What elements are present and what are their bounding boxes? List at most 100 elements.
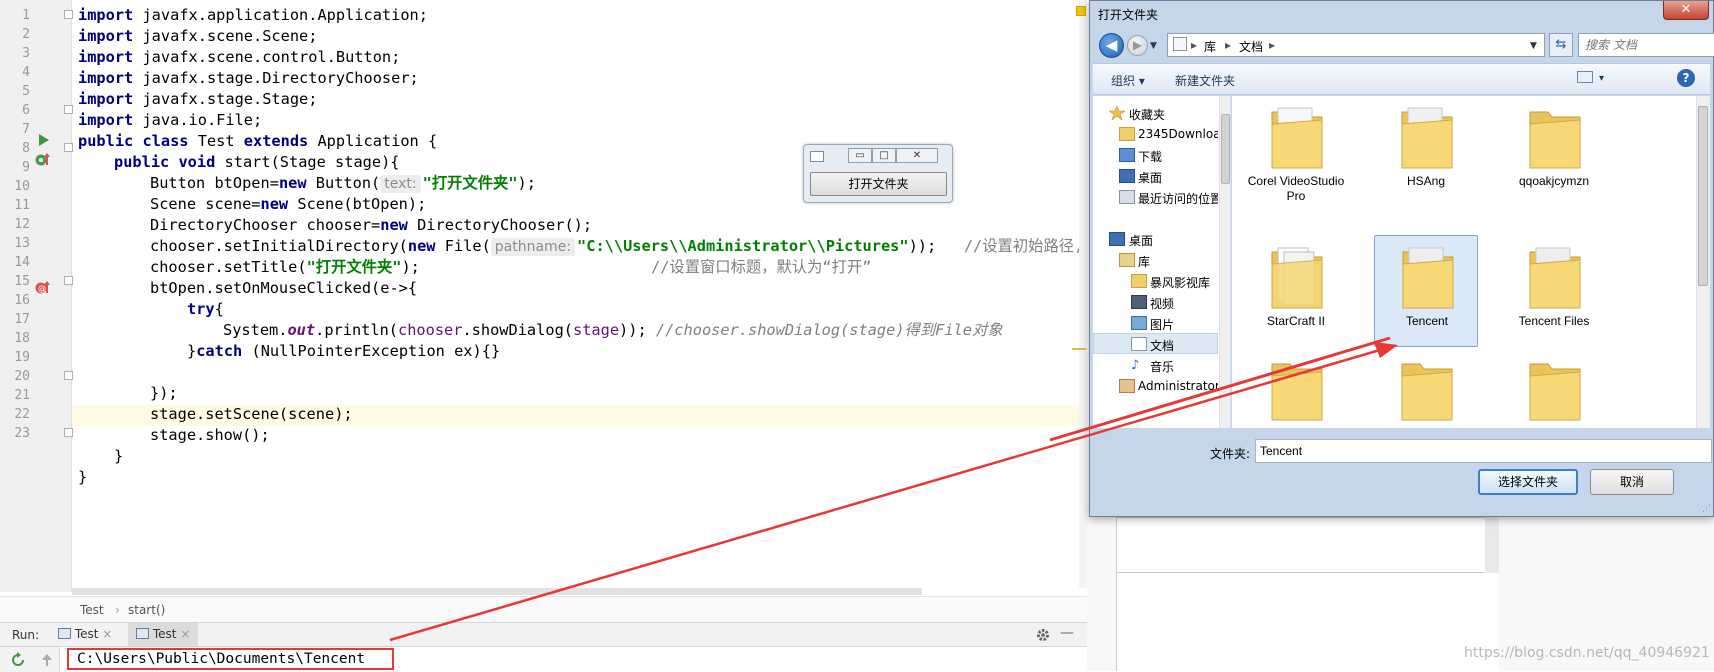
close-button[interactable]: ✕: [896, 148, 938, 163]
folder-view-scroll-thumb[interactable]: [1698, 106, 1708, 286]
folder-icon: [1119, 127, 1135, 141]
desktop-icon: [1119, 169, 1135, 183]
view-icon[interactable]: [1577, 71, 1593, 83]
breadcrumb-separator: ›: [115, 603, 120, 617]
download-icon: [1119, 148, 1135, 162]
select-folder-button[interactable]: 选择文件夹: [1478, 469, 1578, 495]
folder-item[interactable]: qqoakjcymzn: [1502, 96, 1606, 208]
folder-item[interactable]: Corel VideoStudio Pro: [1244, 96, 1348, 208]
dialog-close-button[interactable]: ✕: [1663, 1, 1709, 20]
line-number: 13: [14, 236, 30, 251]
address-bar[interactable]: ▸ 库 ▸ 文档 ▸ ▼: [1167, 33, 1545, 57]
run-toolbar: Run: Test × Test × —: [0, 622, 1087, 646]
refresh-button[interactable]: ⇆: [1549, 33, 1573, 57]
view-dropdown[interactable]: ▾: [1599, 73, 1604, 84]
folder-chooser-dialog: 打开文件夹 ✕ ◀ ▶ ▼ ▸ 库 ▸ 文档 ▸ ▼ ⇆ ⚲ 组织 ▾ 新建文件…: [1089, 0, 1714, 517]
code-line: chooser.setTitle("打开文件夹");: [150, 258, 420, 276]
warning-marker[interactable]: [1076, 6, 1086, 16]
console-panel: C:\Users\Public\Documents\Tencent: [0, 646, 1087, 672]
folder-item[interactable]: Tencent Files: [1502, 236, 1606, 348]
rerun-icon[interactable]: [10, 652, 26, 668]
music-icon: ♪: [1131, 358, 1140, 373]
nav-item-administrator[interactable]: Administrator: [1093, 376, 1218, 397]
lambda-gutter-icon[interactable]: @: [34, 280, 52, 296]
address-dropdown-icon[interactable]: ▼: [1530, 41, 1537, 51]
breadcrumb-method[interactable]: start(): [128, 603, 165, 617]
open-folder-button[interactable]: 打开文件夹: [810, 172, 947, 196]
dialog-title: 打开文件夹: [1098, 8, 1159, 22]
nav-item-favorites[interactable]: 收藏夹: [1093, 103, 1218, 124]
forward-button[interactable]: ▶: [1127, 35, 1148, 56]
nav-item-baofeng[interactable]: 暴风影视库: [1093, 271, 1218, 292]
breadcrumb: Test › start(): [0, 596, 1087, 622]
line-number: 12: [14, 217, 30, 232]
maximize-button[interactable]: □: [872, 148, 896, 163]
override-gutter-icon[interactable]: [34, 152, 52, 168]
code-line: import javafx.scene.control.Button;: [78, 48, 401, 66]
line-number: 20: [14, 369, 30, 384]
nav-item-music[interactable]: ♪ 音乐: [1093, 355, 1218, 376]
code-line: stage.setScene(scene);: [150, 405, 353, 423]
line-number: 4: [22, 65, 30, 80]
arrow-up-icon[interactable]: [40, 652, 54, 668]
nav-item-recent[interactable]: 最近访问的位置: [1093, 187, 1218, 208]
minimize-icon[interactable]: —: [1060, 625, 1074, 641]
minimize-button[interactable]: ▭: [848, 148, 872, 163]
folder-name-input[interactable]: [1255, 439, 1712, 463]
nav-item-pictures[interactable]: 图片: [1093, 313, 1218, 334]
close-icon[interactable]: ×: [180, 627, 190, 641]
nav-item-downloads[interactable]: 下载: [1093, 145, 1218, 166]
code-line: Scene scene=new Scene(btOpen);: [150, 195, 427, 213]
new-folder-button[interactable]: 新建文件夹: [1175, 72, 1235, 89]
run-tab-test-active[interactable]: Test ×: [128, 623, 199, 646]
address-separator: ▸: [1269, 38, 1276, 52]
address-separator: ▸: [1225, 38, 1232, 52]
run-config-icon: [58, 628, 71, 639]
line-number: 2: [22, 27, 30, 42]
code-line: stage.show();: [150, 426, 270, 444]
background-scrollbar[interactable]: [1485, 517, 1499, 573]
search-input[interactable]: [1583, 36, 1714, 54]
resize-grip-icon[interactable]: ⋰: [1702, 504, 1711, 514]
console-actions: [0, 647, 60, 672]
back-button[interactable]: ◀: [1099, 33, 1124, 58]
help-icon[interactable]: ?: [1677, 69, 1695, 87]
organize-menu[interactable]: 组织 ▾: [1111, 72, 1145, 89]
address-crumb-library[interactable]: 库: [1204, 38, 1216, 55]
nav-item-documents[interactable]: 文档: [1093, 333, 1218, 354]
cancel-button[interactable]: 取消: [1590, 469, 1674, 495]
line-number: 23: [14, 426, 30, 441]
history-dropdown-icon[interactable]: ▼: [1150, 41, 1157, 51]
breadcrumb-class[interactable]: Test: [80, 603, 104, 617]
run-gutter-icon[interactable]: [38, 133, 50, 147]
code-editor[interactable]: import javafx.application.Application; i…: [72, 0, 1084, 588]
folder-item-selected[interactable]: Tencent: [1374, 235, 1478, 347]
gear-icon[interactable]: [1036, 628, 1050, 642]
javafx-window: ▭ □ ✕ 打开文件夹: [803, 144, 953, 203]
folder-item[interactable]: StarCraft II: [1244, 236, 1348, 348]
line-number: 16: [14, 293, 30, 308]
document-icon: [1131, 337, 1147, 351]
nav-item-videos[interactable]: 视频: [1093, 292, 1218, 313]
line-number: 8: [22, 141, 30, 156]
code-line: }catch (NullPointerException ex){}: [187, 342, 501, 360]
nav-scroll-thumb[interactable]: [1221, 114, 1230, 184]
ide-editor: 1 2 3 4 5 6 7 8 9 10 11 12 13 14 15 16 1…: [0, 0, 1087, 672]
editor-horizontal-scrollbar[interactable]: [72, 588, 922, 595]
code-comment: //设置窗口标题，默认为“打开”: [651, 258, 872, 276]
nav-item-desktop[interactable]: 桌面: [1093, 166, 1218, 187]
nav-item-2345downloads[interactable]: 2345Downloads: [1093, 124, 1218, 145]
search-box[interactable]: ⚲: [1578, 33, 1714, 57]
address-crumb-documents[interactable]: 文档: [1239, 38, 1263, 55]
nav-item-desktop-root[interactable]: 桌面: [1093, 229, 1218, 250]
close-icon[interactable]: ×: [102, 627, 112, 641]
editor-vertical-scrollbar[interactable]: [1079, 0, 1087, 588]
folder-item[interactable]: HSAng: [1374, 96, 1478, 208]
folder-icon: [1131, 274, 1147, 288]
run-tab-test[interactable]: Test ×: [50, 623, 120, 646]
run-label: Run:: [12, 628, 40, 642]
picture-icon: [1131, 316, 1147, 330]
error-stripe-mark[interactable]: [1072, 348, 1086, 350]
nav-item-libraries[interactable]: 库: [1093, 250, 1218, 271]
folder-icon: [1402, 247, 1454, 309]
